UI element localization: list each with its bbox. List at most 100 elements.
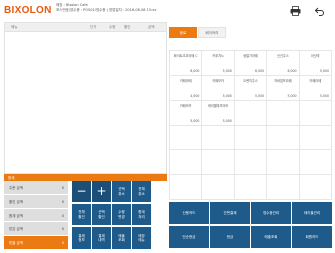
product-item [267,150,300,176]
table-manage-button[interactable]: 테이블관리 [292,202,332,224]
col-qty: 수량 [109,25,116,29]
product-item [170,175,203,200]
cash-button[interactable]: 현금 [210,226,250,248]
plus-button[interactable]: + [92,181,111,202]
sales-query-button[interactable]: 매출 조회 [112,227,131,249]
summary-received-amount: 받은 금액 0 [4,222,68,237]
summary-label: 주문 금액 [9,186,23,190]
tab-bakery[interactable]: 베이커리 [198,27,226,38]
sales-lookup-button[interactable]: 매출조회 [251,226,291,248]
product-name: 자바칩프라페 [274,78,292,83]
payment-info-button[interactable]: 결제 정보 [72,227,91,249]
product-name: 카푸치노 [212,54,224,58]
product-item[interactable]: 신선주스 6,000 [267,51,300,76]
total-process-button[interactable]: 합계 처리 [132,204,151,225]
discount-selected-button[interactable]: 선택 할인 [92,204,111,225]
summary-discount-amount: 할인 금액 0 [4,194,68,209]
product-item [267,125,300,151]
minus-button[interactable]: − [72,181,91,202]
product-price: 6,000 [287,68,297,73]
product-item [299,100,332,126]
total-bar: 합계 [4,174,167,181]
product-price: 5,000 [222,118,232,123]
total-label: 합계 [8,175,15,180]
easy-pay-button[interactable]: 간편결제 [210,202,250,224]
summary-value: 0 [61,199,64,204]
product-price: 6,000 [255,68,265,73]
keypad: − + 선택 취소 전체 취소 전체 할인 선택 할인 수량 변경 합계 처리 … [72,181,169,250]
brand-logo: BIXOLON [4,5,52,16]
product-name: 화이트초코라떼 C [173,54,198,58]
product-name: 아샷추 [310,54,320,58]
simple-cash-button[interactable]: 단순현금 [169,226,209,248]
summary-value: 0 [61,186,64,190]
receipt-manage-button[interactable]: 영수증관리 [251,202,291,224]
summary-label: 받은 금액 [9,227,23,232]
summary-value: 0 [61,241,64,246]
member-card-button[interactable]: 회원카드 [292,226,332,248]
product-item[interactable]: 아샷추 5,000 [299,51,332,76]
product-item[interactable]: 카푸치노 5,000 [202,51,235,76]
product-item[interactable]: 자바칩프라페 5,000 [267,75,300,101]
product-item [299,150,332,176]
summary-due-amount: 받을 금액 0 [4,236,68,250]
product-item [234,150,268,176]
product-item[interactable]: 캐러멜마끼아또 5,000 [202,100,235,126]
store-info: 매장 : Bixolon Cafe 포스번호/영수증 : POS01/영수증 |… [56,3,156,13]
col-discount: 할인 [124,25,131,29]
product-item [202,150,235,176]
product-item[interactable]: 카페라떼 4,500 [170,75,203,101]
product-name: 카페모카 [179,103,192,108]
product-price: 5,000 [319,68,329,73]
product-item[interactable]: 생딸기라떼 6,000 [234,51,268,76]
summary-value: 0 [61,227,64,232]
product-item[interactable]: 카페모카 5,000 [202,75,235,101]
product-name: 생딸기라떼 [243,54,258,58]
product-name: 신선주스 [277,54,289,58]
product-item [202,175,235,200]
payment-function-keys: 신용카드 간편결제 영수증관리 테이블관리 단순현금 현금 매출조회 회원카드 [169,202,332,250]
product-name: 카페라떼 [179,78,192,83]
product-item [202,125,235,151]
summary-label: 합계 금액 [9,213,23,218]
product-item[interactable]: 카페라떼 5,000 [299,75,332,101]
product-item[interactable]: 카페모카 5,000 [170,100,203,126]
summary-order-amount: 주문 금액 0 [4,181,68,195]
summary-total-amount: 합계 금액 0 [4,208,68,223]
product-price: 5,000 [190,118,200,123]
cancel-all-button[interactable]: 전체 취소 [132,181,151,202]
product-item [299,175,332,200]
change-qty-button[interactable]: 수량 변경 [112,204,131,225]
product-item [267,175,300,200]
product-item[interactable]: 오렌지주스 5,000 [234,75,268,101]
summary-label: 받을 금액 [9,241,23,246]
store-menu-button[interactable]: 매장 매뉴 [132,227,151,249]
product-price: 6,000 [190,68,200,73]
product-item [234,100,268,126]
order-list-header: 메뉴 단가 수량 할인 금액 [5,23,166,32]
cancel-selected-button[interactable]: 선택 취소 [112,181,131,202]
product-price: 4,500 [190,93,200,98]
product-item [170,150,203,176]
order-list: 메뉴 단가 수량 할인 금액 [4,22,167,174]
back-icon[interactable] [314,6,325,16]
col-amount: 금액 [148,25,155,29]
tab-beverage[interactable]: 음료 [169,27,197,38]
product-name: 오렌지주스 [243,78,258,83]
product-item [234,175,268,200]
col-menu: 메뉴 [11,25,18,29]
product-grid: 화이트초코라떼 C 6,000 카푸치노 5,000 생딸기라떼 6,000 신선주스 6,0… [169,50,332,200]
product-name: 카페라떼 [309,78,322,83]
session-info: 포스번호/영수증 : POS01/영수증 | 영업일자 : 2016-08-08… [56,8,157,12]
product-price: 5,000 [319,93,329,98]
payment-summary: 주문 금액 0 할인 금액 0 합계 금액 0 받은 금액 0 받을 금액 0 [4,181,68,250]
summary-value: 0 [61,213,64,218]
discount-all-button[interactable]: 전체 할인 [72,204,91,225]
product-item[interactable]: 화이트초코라떼 C 6,000 [170,51,203,76]
summary-label: 할인 금액 [9,199,23,204]
credit-card-button[interactable]: 신용카드 [169,202,209,224]
print-icon[interactable] [290,6,301,16]
payment-history-button[interactable]: 결제 내역 [92,227,111,249]
product-item [299,125,332,151]
product-price: 5,000 [222,93,232,98]
